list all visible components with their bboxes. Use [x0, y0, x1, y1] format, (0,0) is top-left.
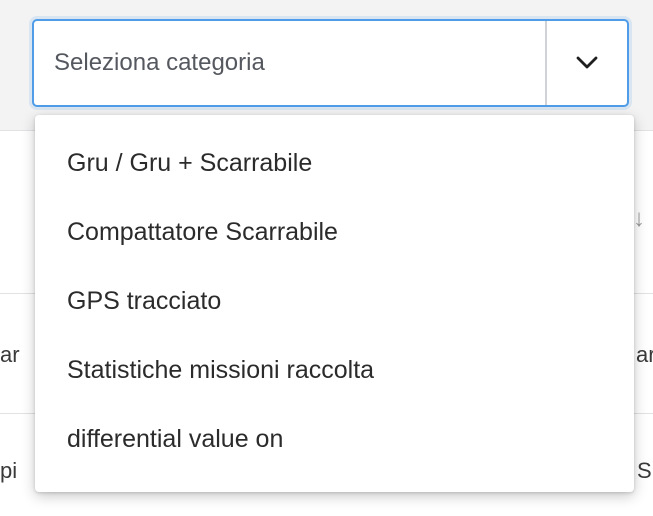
table-cell-text: ar [0, 342, 20, 367]
table-cell-text: ar [636, 342, 653, 367]
category-dropdown-menu: Gru / Gru + Scarrabile Compattatore Scar… [35, 115, 634, 492]
category-option[interactable]: Compattatore Scarrabile [35, 206, 634, 275]
chevron-down-icon [576, 56, 598, 69]
arrow-down-icon[interactable]: ↓ [633, 206, 645, 232]
page: ↓ ar ar pi S Seleziona categoria Gru / G… [0, 0, 653, 516]
category-option[interactable]: Gru / Gru + Scarrabile [35, 137, 634, 206]
select-placeholder: Seleziona categoria [54, 49, 265, 76]
category-option[interactable]: GPS tracciato [35, 275, 634, 344]
category-option[interactable]: differential value on [35, 413, 634, 482]
category-select[interactable]: Seleziona categoria [32, 19, 629, 107]
select-toggle-button[interactable] [545, 21, 627, 105]
table-cell-text: S [637, 458, 652, 483]
category-option[interactable]: Statistiche missioni raccolta [35, 344, 634, 413]
table-cell-text: pi [0, 458, 18, 483]
